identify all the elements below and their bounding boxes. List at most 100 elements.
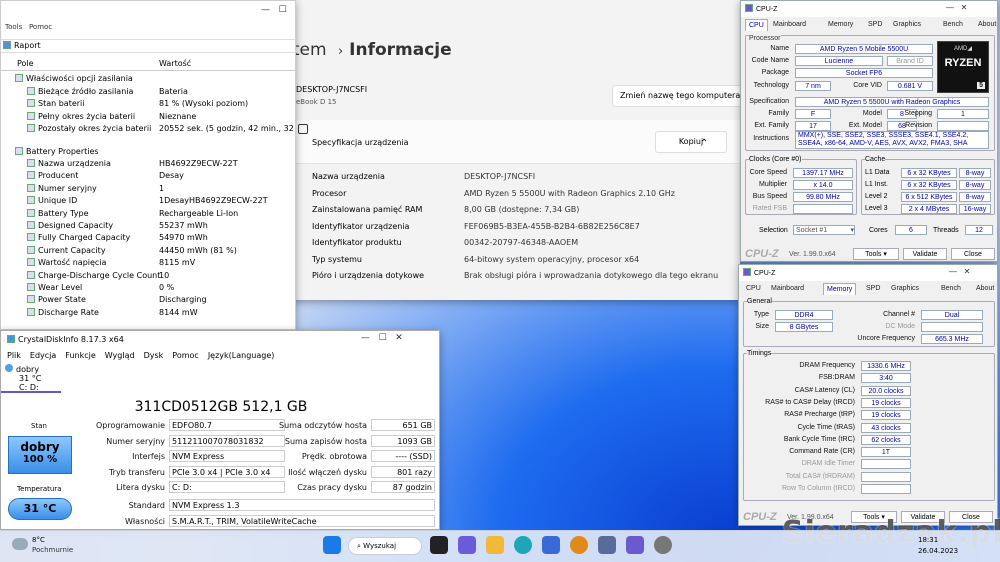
copy-button[interactable]: Kopiuj — [655, 131, 727, 153]
clock-time[interactable]: 18:31 — [918, 536, 938, 544]
property-icon — [27, 86, 35, 95]
tab-mainboard[interactable]: Mainboard — [768, 283, 807, 295]
cdi-menu-item[interactable]: Język(Language) — [208, 351, 275, 360]
list-value: Desay — [159, 171, 184, 181]
cores-label: Cores — [869, 227, 888, 234]
tab-about[interactable]: About — [975, 19, 997, 31]
breadcrumb-separator: › — [337, 44, 344, 59]
clock-date[interactable]: 26.04.2023 — [918, 547, 958, 555]
taskbar-search[interactable]: ⌕ Wyszukaj — [348, 537, 422, 555]
rename-button[interactable]: Zmień nazwę tego komputera — [612, 85, 740, 107]
chat-icon[interactable] — [458, 536, 476, 554]
health-badge[interactable]: dobry 100 % — [8, 436, 72, 474]
selection-dropdown[interactable]: Socket #1 ▾ — [793, 225, 855, 235]
window-controls[interactable]: — ☐ ✕ — [261, 5, 295, 15]
list-item[interactable]: Battery Type — [27, 208, 89, 218]
property-icon — [27, 245, 35, 254]
property-icon — [27, 124, 35, 132]
file-explorer-icon[interactable] — [486, 536, 504, 554]
validate-button[interactable]: Validate — [903, 248, 947, 260]
menu-tools[interactable]: Tools — [5, 23, 22, 31]
report-tab[interactable]: Raport — [1, 39, 295, 53]
menu-help[interactable]: Pomoc — [29, 23, 52, 31]
cdi-menu-item[interactable]: Edycja — [30, 351, 56, 360]
col-value[interactable]: Wartość — [159, 57, 191, 70]
chevron-up-icon[interactable]: ⌃ — [700, 138, 708, 149]
list-item[interactable]: Current Capacity — [27, 245, 106, 255]
list-item[interactable]: Wartość napięcia — [27, 258, 106, 267]
temp-badge[interactable]: 31 °C — [8, 498, 72, 520]
task-view-icon[interactable] — [430, 536, 448, 554]
list-item[interactable]: Bieżące źródło zasilania — [27, 86, 133, 96]
list-item[interactable]: Fully Charged Capacity — [27, 233, 130, 242]
field-label: Model — [862, 110, 882, 117]
group-power[interactable]: Właściwości opcji zasilania — [15, 74, 133, 83]
aida-icon[interactable] — [570, 536, 588, 554]
field-label: Technology — [753, 82, 789, 89]
cpuz-taskbar-icon[interactable] — [626, 536, 644, 554]
detail-label: Prędk. obrotowa — [301, 452, 367, 461]
list-item[interactable]: Nazwa urządzenia — [27, 159, 111, 168]
report-app-icon[interactable] — [598, 536, 616, 554]
cpuz-title: CPU-Z — [743, 268, 775, 277]
weather-text[interactable]: Pochmurnie — [32, 546, 73, 554]
window-controls[interactable]: — ✕ — [949, 267, 970, 276]
tab-spd[interactable]: SPD — [863, 283, 883, 295]
tab-bench[interactable]: Bench — [938, 283, 964, 295]
list-item[interactable]: Unique ID — [27, 196, 77, 205]
list-item[interactable]: Charge-Discharge Cycle Count — [27, 270, 160, 280]
cdi-menu: Plik Edycja Funkcje Wygląd Dysk Pomoc Język(La… — [7, 351, 283, 360]
tab-spd[interactable]: SPD — [865, 19, 885, 31]
field-label: Instructions — [753, 135, 789, 142]
list-item[interactable]: Wear Level — [27, 283, 82, 292]
list-item[interactable]: Discharge Rate — [27, 307, 99, 317]
tab-memory[interactable]: Memory — [823, 283, 857, 295]
tab-cpu[interactable]: CPU — [745, 19, 768, 31]
list-item[interactable]: Stan baterii — [27, 99, 85, 108]
list-item[interactable]: Producent — [27, 171, 78, 180]
cdi-menu-item[interactable]: Wygląd — [105, 351, 135, 360]
revision-value — [937, 121, 989, 131]
tab-about[interactable]: About — [973, 283, 997, 295]
tools-button[interactable]: Tools ▾ — [853, 248, 899, 260]
window-controls[interactable]: — ☐ ✕ — [361, 333, 403, 343]
tab-graphics[interactable]: Graphics — [888, 283, 922, 295]
weather-temp[interactable]: 8°C — [32, 536, 45, 544]
settings-gear-icon[interactable] — [654, 536, 672, 554]
tab-mainboard[interactable]: Mainboard — [770, 19, 809, 31]
list-item[interactable]: Power State — [27, 295, 86, 304]
drive-temp: 31 °C — [19, 374, 42, 383]
store-icon[interactable] — [542, 536, 560, 554]
list-item[interactable]: Designed Capacity — [27, 221, 113, 230]
tab-memory[interactable]: Memory — [825, 19, 856, 31]
list-item[interactable]: Numer seryjny — [27, 183, 97, 193]
list-item[interactable]: Pozostały okres życia baterii — [27, 124, 151, 133]
group-battery[interactable]: Battery Properties — [15, 146, 99, 156]
window-controls[interactable]: — ✕ — [946, 3, 967, 12]
list-item[interactable]: Pełny okres życia baterii — [27, 111, 135, 121]
cdi-menu-item[interactable]: Dysk — [144, 351, 164, 360]
close-button[interactable]: Close — [951, 248, 995, 260]
cpuz-brand: CPU-Z — [745, 248, 779, 260]
start-icon[interactable] — [323, 536, 341, 554]
cdi-menu-item[interactable]: Pomoc — [172, 351, 199, 360]
detail-value: ---- (SSD) — [371, 450, 435, 462]
col-field[interactable]: Pole — [17, 57, 34, 70]
drive-health: dobry — [16, 365, 40, 374]
list-value: 10 — [159, 270, 170, 280]
tab-bench[interactable]: Bench — [940, 19, 966, 31]
tab-cpu[interactable]: CPU — [743, 283, 764, 295]
cpuz-version: Ver. 1.99.0.x64 — [789, 251, 836, 258]
field-label: Package — [761, 69, 789, 76]
cache-assoc: 8-way — [959, 168, 991, 178]
cdi-menu-item[interactable]: Funkcje — [65, 351, 95, 360]
spec-label: Pióro i urządzenia dotykowe — [312, 271, 425, 280]
type-label: Type — [753, 311, 769, 318]
spec-label: Zainstalowana pamięć RAM — [312, 205, 423, 214]
amd-logo: AMD◢ — [954, 46, 972, 52]
cloud-icon[interactable] — [12, 538, 28, 550]
cdi-menu-item[interactable]: Plik — [7, 351, 21, 360]
edge-icon[interactable] — [514, 536, 532, 554]
tab-graphics[interactable]: Graphics — [890, 19, 924, 31]
drive-tab[interactable]: dobry 31 °C C: D: — [1, 363, 61, 393]
